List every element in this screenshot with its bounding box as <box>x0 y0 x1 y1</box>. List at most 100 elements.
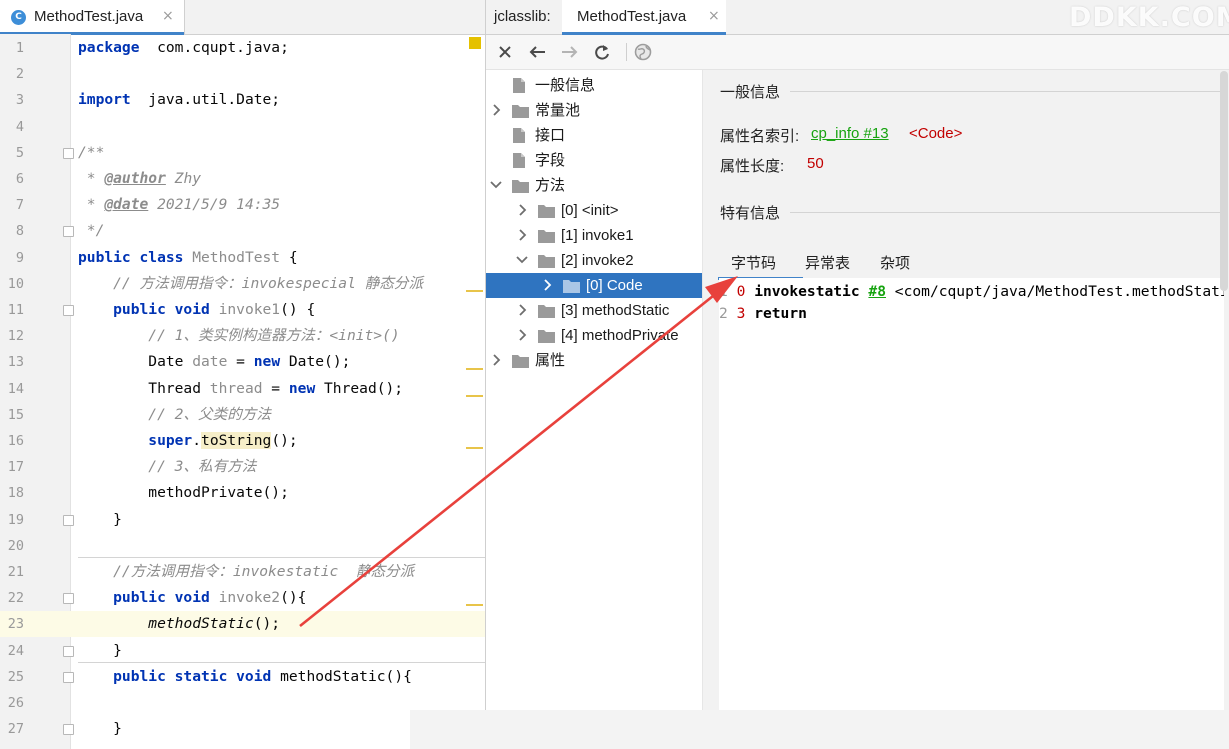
chevron-right-icon[interactable] <box>515 327 529 343</box>
tree-node[interactable]: 一般信息 <box>486 73 702 98</box>
fold-toggle-icon[interactable] <box>63 147 74 159</box>
class-structure-tree[interactable]: 一般信息 常量池 接口 字段 方法 [0] <init> [1] invoke1 [2] in… <box>486 70 703 749</box>
code-text[interactable]: // 方法调用指令：invokespecial 静态分派 <box>78 271 423 297</box>
chevron-right-icon[interactable] <box>515 202 529 218</box>
fold-toggle-icon[interactable] <box>63 305 74 316</box>
chevron-down-icon[interactable] <box>489 177 503 193</box>
tree-node[interactable]: 属性 <box>486 348 702 373</box>
bytecode-ref[interactable]: #8 <box>868 283 886 300</box>
tree-node[interactable]: [0] <init> <box>486 198 702 223</box>
fold-toggle-icon[interactable] <box>63 645 74 657</box>
code-text[interactable]: // 3、私有方法 <box>78 454 256 480</box>
jclasslib-file-tab[interactable]: MethodTest.java × <box>562 0 726 35</box>
code-text[interactable]: public void invoke2(){ <box>78 585 306 611</box>
tree-node[interactable]: 字段 <box>486 148 702 173</box>
code-text[interactable]: // 1、类实例构造器方法：<init>() <box>78 323 399 349</box>
warning-stripe-marker[interactable] <box>466 289 483 292</box>
fold-toggle-icon[interactable] <box>63 724 74 736</box>
code-line[interactable]: 9 public class MethodTest { <box>0 245 485 271</box>
fold-toggle-icon[interactable] <box>63 593 74 605</box>
code-line[interactable]: 18 methodPrivate(); <box>0 480 485 506</box>
code-text[interactable]: //方法调用指令：invokestatic 静态分派 <box>78 559 414 585</box>
code-text[interactable]: // 2、父类的方法 <box>78 402 271 428</box>
fold-toggle-icon[interactable] <box>63 514 74 526</box>
tab-exception-table[interactable]: 异常表 <box>805 252 850 273</box>
code-text[interactable]: */ <box>78 218 105 244</box>
inspection-status-icon[interactable] <box>469 37 481 49</box>
cp-info-link[interactable]: cp_info #13 <box>811 125 889 142</box>
chevron-down-icon[interactable] <box>515 252 529 268</box>
code-line[interactable]: 1 package com.cqupt.java; <box>0 35 485 61</box>
code-text[interactable]: public static void methodStatic(){ <box>78 664 412 690</box>
close-tab-icon[interactable]: × <box>708 8 720 24</box>
tree-node[interactable]: 常量池 <box>486 98 702 123</box>
tree-node[interactable]: [4] methodPrivate <box>486 323 702 348</box>
code-text[interactable]: } <box>78 507 122 533</box>
chevron-right-icon[interactable] <box>515 302 529 318</box>
close-icon[interactable] <box>492 39 518 65</box>
fold-toggle-icon[interactable] <box>63 671 74 683</box>
code-line[interactable]: 14 Thread thread = new Thread(); <box>0 376 485 402</box>
tab-misc[interactable]: 杂项 <box>880 252 910 273</box>
tree-node[interactable]: 接口 <box>486 123 702 148</box>
code-text[interactable]: Thread thread = new Thread(); <box>78 376 403 402</box>
code-line[interactable]: 6 * @author Zhy <box>0 166 485 192</box>
editor-file-tab[interactable]: C MethodTest.java × <box>0 0 185 35</box>
tree-node[interactable]: [2] invoke2 <box>486 248 702 273</box>
code-line[interactable]: 12 // 1、类实例构造器方法：<init>() <box>0 323 485 349</box>
code-line[interactable]: 16 super.toString(); <box>0 428 485 454</box>
fold-toggle-icon[interactable] <box>63 226 74 238</box>
tree-node[interactable]: [1] invoke1 <box>486 223 702 248</box>
code-text[interactable]: methodPrivate(); <box>78 480 289 506</box>
line-number: 7 <box>15 197 24 214</box>
tree-node[interactable]: 方法 <box>486 173 702 198</box>
back-arrow-icon[interactable] <box>524 39 550 65</box>
code-area[interactable]: 1 package com.cqupt.java; 2 3 import java.ut… <box>0 34 485 749</box>
code-line[interactable]: 3 import java.util.Date; <box>0 87 485 113</box>
code-text[interactable]: /** <box>78 140 104 166</box>
code-token: invoke2 <box>218 589 281 607</box>
web-globe-icon[interactable] <box>630 39 656 65</box>
code-text[interactable]: * @date 2021/5/9 14:35 <box>78 192 280 218</box>
bytecode-line[interactable]: 1 0 invokestatic #8 <com/cqupt/java/Meth… <box>719 281 1224 303</box>
tree-node[interactable]: [3] methodStatic <box>486 298 702 323</box>
code-text[interactable]: super.toString(); <box>78 428 298 454</box>
warning-stripe-marker[interactable] <box>466 368 483 371</box>
code-text[interactable]: package com.cqupt.java; <box>78 35 289 61</box>
warning-stripe-marker[interactable] <box>466 604 483 607</box>
code-line[interactable]: 13 Date date = new Date(); <box>0 349 485 375</box>
code-line[interactable]: 23 methodStatic(); <box>0 611 485 638</box>
warning-stripe-marker[interactable] <box>466 394 483 397</box>
warning-stripe-marker[interactable] <box>466 447 483 449</box>
refresh-icon[interactable] <box>589 39 615 65</box>
code-text[interactable]: * @author Zhy <box>78 166 201 192</box>
code-line[interactable]: 7 * @date 2021/5/9 14:35 <box>0 192 485 218</box>
chevron-right-icon[interactable] <box>489 102 503 118</box>
code-line[interactable]: 15 // 2、父类的方法 <box>0 402 485 428</box>
tab-bytecode[interactable]: 字节码 <box>731 252 776 273</box>
code-text[interactable]: methodStatic(); <box>78 611 280 637</box>
code-line[interactable]: 20 <box>0 533 485 559</box>
bytecode-line[interactable]: 2 3 return <box>719 303 807 325</box>
chevron-right-icon[interactable] <box>540 277 554 293</box>
code-text[interactable]: } <box>78 716 122 742</box>
forward-arrow-icon[interactable] <box>557 39 583 65</box>
code-line[interactable]: 2 <box>0 61 485 87</box>
code-line[interactable]: 17 // 3、私有方法 <box>0 454 485 480</box>
general-info-title: 一般信息 <box>720 84 781 101</box>
code-text[interactable]: public void invoke1() { <box>78 297 315 323</box>
code-text[interactable]: public class MethodTest { <box>78 245 298 271</box>
chevron-right-icon[interactable] <box>515 227 529 243</box>
code-text[interactable]: import java.util.Date; <box>78 87 280 113</box>
code-editor[interactable]: C MethodTest.java × 1 package com.cqupt.j… <box>0 0 485 749</box>
code-line[interactable]: 4 <box>0 114 485 140</box>
code-text[interactable]: Date date = new Date(); <box>78 349 350 375</box>
details-scrollbar[interactable] <box>1220 71 1228 291</box>
code-line[interactable]: 10 // 方法调用指令：invokespecial 静态分派 <box>0 271 485 297</box>
bytecode-view[interactable]: 1 0 invokestatic #8 <com/cqupt/java/Meth… <box>719 278 1224 749</box>
close-tab-icon[interactable]: × <box>162 8 174 24</box>
chevron-right-icon[interactable] <box>489 352 503 368</box>
tree-node[interactable]: [0] Code <box>486 273 702 298</box>
code-line[interactable]: 21 //方法调用指令：invokestatic 静态分派 <box>0 559 485 585</box>
code-text[interactable]: } <box>78 638 122 664</box>
